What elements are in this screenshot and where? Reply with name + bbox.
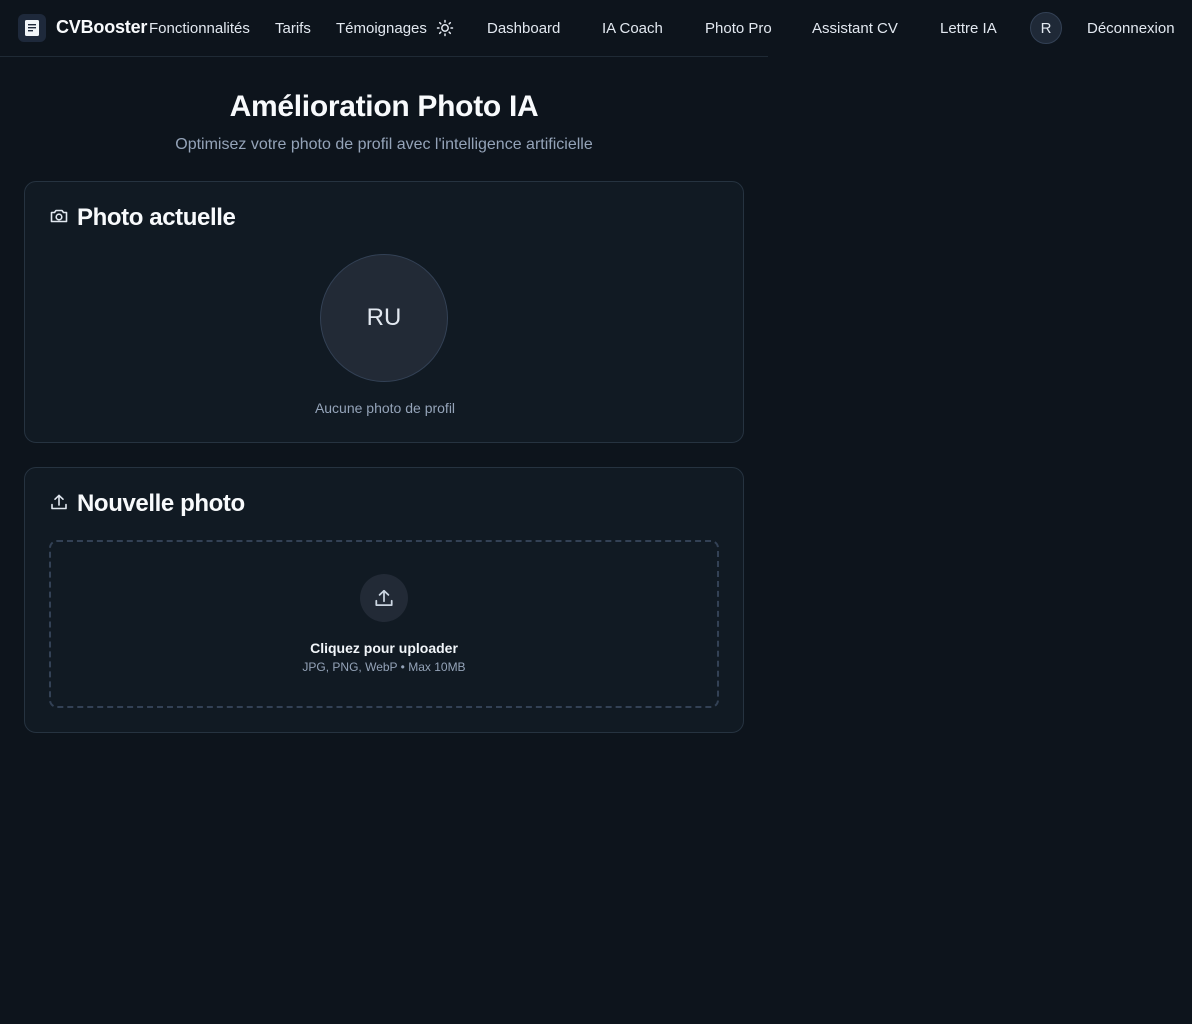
no-photo-text: Aucune photo de profil [314,400,456,416]
current-photo-header: Photo actuelle [49,204,236,232]
upload-icon [360,574,408,622]
user-avatar[interactable]: R [1030,12,1062,44]
sun-icon[interactable] [436,19,454,37]
document-icon[interactable] [18,14,46,42]
nav-link-ia-coach[interactable]: IA Coach [602,20,663,37]
new-photo-header: Nouvelle photo [49,490,245,518]
upload-label: Cliquez pour uploader [310,640,458,656]
nav-link-features[interactable]: Fonctionnalités [149,20,250,37]
header-divider [0,56,768,57]
logout-button[interactable]: Déconnexion [1087,20,1175,37]
new-photo-title: Nouvelle photo [77,490,245,517]
upload-icon [49,492,77,517]
camera-icon [49,206,77,231]
nav-link-testimonials[interactable]: Témoignages [336,20,427,37]
profile-avatar: RU [320,254,448,382]
current-photo-card: Photo actuelle RU Aucune photo de profil [24,181,744,443]
upload-dropzone[interactable]: Cliquez pour uploader JPG, PNG, WebP • M… [49,540,719,708]
nav-link-pricing[interactable]: Tarifs [275,20,311,37]
top-navigation: CVBooster Fonctionnalités Tarifs Témoign… [0,0,1192,56]
nav-link-assistant-cv[interactable]: Assistant CV [812,20,898,37]
upload-hint: JPG, PNG, WebP • Max 10MB [302,660,466,674]
current-photo-title: Photo actuelle [77,204,236,231]
nav-link-lettre-ia[interactable]: Lettre IA [940,20,997,37]
nav-link-photo-pro[interactable]: Photo Pro [705,20,772,37]
brand-name[interactable]: CVBooster [56,17,147,38]
new-photo-card: Nouvelle photo Cliquez pour uploader JPG… [24,467,744,733]
page-title: Amélioration Photo IA [229,90,539,123]
page-subtitle: Optimisez votre photo de profil avec l'i… [175,136,593,153]
nav-link-dashboard[interactable]: Dashboard [487,20,560,37]
